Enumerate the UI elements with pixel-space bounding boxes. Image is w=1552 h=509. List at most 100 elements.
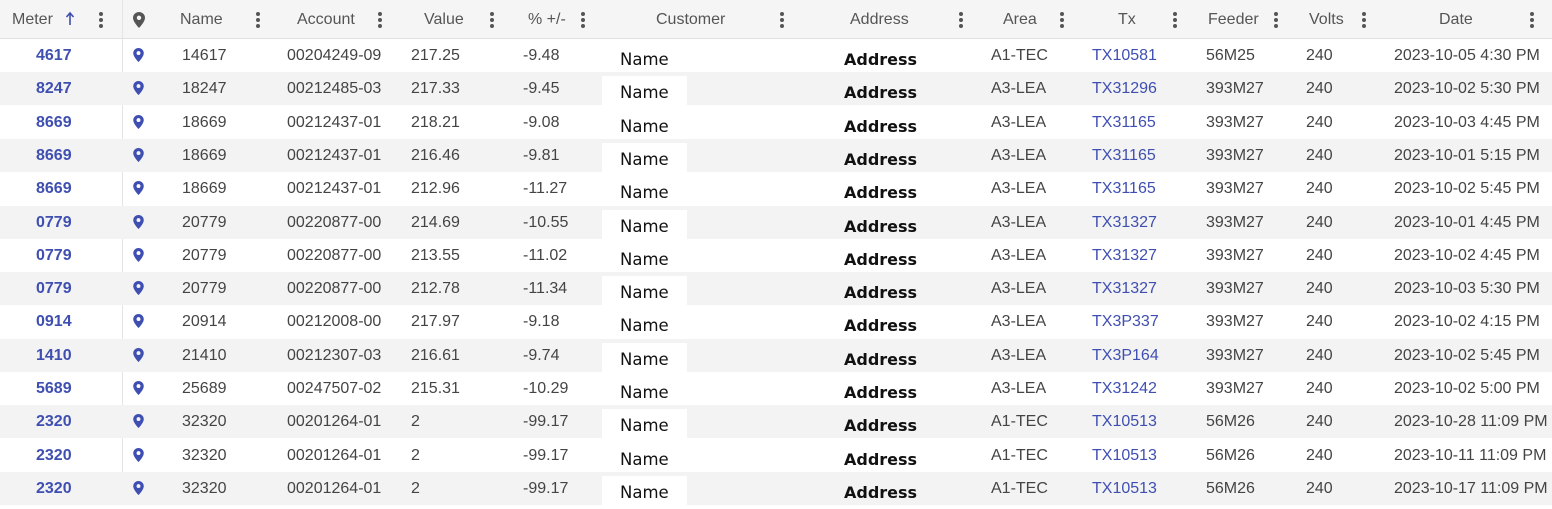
tx-link[interactable]: TX31242	[1092, 372, 1157, 405]
arrow-up-icon[interactable]	[65, 11, 75, 27]
tx-link[interactable]: TX31327	[1092, 272, 1157, 305]
table-row[interactable]: 0914 20914 00212008-00 217.97 -9.18 Name Addre…	[0, 305, 1552, 343]
column-menu-icon[interactable]	[581, 12, 585, 28]
tx-link[interactable]: TX31327	[1092, 239, 1157, 272]
header-pct[interactable]: % +/-	[502, 0, 594, 38]
table-row[interactable]: 5689 25689 00247507-02 215.31 -10.29 Name Addr…	[0, 372, 1552, 409]
meter-data-grid: Meter Name Account Value % +/- Customer	[0, 0, 1552, 509]
map-pin-icon[interactable]	[133, 147, 144, 162]
tx-link[interactable]: TX31165	[1092, 172, 1156, 205]
map-pin-icon[interactable]	[133, 281, 144, 296]
meter-link[interactable]: 2320	[36, 472, 72, 505]
tx-link[interactable]: TX10513	[1092, 439, 1157, 472]
header-name[interactable]: Name	[160, 0, 270, 38]
column-menu-icon[interactable]	[99, 12, 103, 28]
pct-cell: -9.08	[523, 113, 560, 131]
meter-link[interactable]: 2320	[36, 439, 72, 472]
map-pin-icon[interactable]	[133, 214, 144, 229]
column-menu-icon[interactable]	[1362, 12, 1366, 28]
column-menu-icon[interactable]	[378, 12, 382, 28]
tx-link[interactable]: TX31327	[1092, 206, 1157, 239]
header-feeder[interactable]: Feeder	[1185, 0, 1285, 38]
map-pin-icon[interactable]	[133, 114, 144, 129]
table-row[interactable]: 2320 32320 00201264-01 2 -99.17 Name Address A1…	[0, 439, 1552, 476]
area-cell: A3-LEA	[991, 146, 1047, 164]
column-menu-icon[interactable]	[1060, 12, 1064, 28]
header-date[interactable]: Date	[1380, 0, 1552, 38]
tx-link[interactable]: TX10513	[1092, 472, 1157, 505]
header-meter[interactable]: Meter	[0, 0, 122, 38]
account-cell: 00201264-01	[287, 446, 382, 464]
table-row[interactable]: 2320 32320 00201264-01 2 -99.17 Name Address A1…	[0, 471, 1552, 509]
account-cell: 00212437-01	[287, 180, 382, 198]
table-row[interactable]: 2320 32320 00201264-01 2 -99.17 Name Address A1…	[0, 405, 1552, 443]
map-pin-icon[interactable]	[133, 314, 144, 329]
column-menu-icon[interactable]	[780, 12, 784, 28]
meter-link[interactable]: 4617	[36, 39, 72, 72]
column-menu-icon[interactable]	[490, 12, 494, 28]
volts-cell: 240	[1306, 146, 1333, 164]
tx-link[interactable]: TX31165	[1092, 106, 1156, 139]
table-row[interactable]: 8669 18669 00212437-01 216.46 -9.81 Name Addre…	[0, 138, 1552, 176]
header-address[interactable]: Address	[795, 0, 970, 38]
meter-link[interactable]: 1410	[36, 339, 72, 372]
column-menu-icon[interactable]	[1274, 12, 1278, 28]
tx-link[interactable]: TX3P164	[1092, 339, 1159, 372]
meter-link[interactable]: 8669	[36, 172, 72, 205]
table-row[interactable]: 4617 14617 00204249-09 217.25 -9.48 Name Addre…	[0, 39, 1552, 76]
table-row[interactable]: 0779 20779 00220877-00 214.69 -10.55 Name Addr…	[0, 205, 1552, 243]
tx-link[interactable]: TX31296	[1092, 72, 1157, 105]
table-row[interactable]: 8247 18247 00212485-03 217.33 -9.45 Name Addre…	[0, 72, 1552, 110]
address-cell: Address	[844, 116, 918, 136]
value-cell: 216.46	[411, 146, 460, 164]
map-pin-icon[interactable]	[133, 247, 144, 262]
map-pin-icon[interactable]	[133, 81, 144, 96]
header-tx[interactable]: Tx	[1075, 0, 1185, 38]
column-menu-icon[interactable]	[1530, 12, 1534, 28]
tx-link[interactable]: TX10581	[1092, 39, 1157, 72]
meter-link[interactable]: 0779	[36, 272, 72, 305]
table-row[interactable]: 1410 21410 00212307-03 216.61 -9.74 Name Addre…	[0, 338, 1552, 376]
header-map	[125, 0, 157, 38]
map-pin-icon[interactable]	[133, 381, 144, 395]
column-menu-icon[interactable]	[1173, 12, 1177, 28]
map-pin-icon[interactable]	[133, 480, 144, 495]
tx-link[interactable]: TX10513	[1092, 405, 1157, 438]
table-row[interactable]: 0779 20779 00220877-00 213.55 -11.02 Name Addr…	[0, 239, 1552, 276]
header-label-meter: Meter	[12, 11, 53, 28]
tx-link[interactable]: TX3P337	[1092, 305, 1159, 338]
map-pin-icon[interactable]	[133, 347, 144, 362]
customer-cell: Name	[602, 475, 687, 509]
table-row[interactable]: 0779 20779 00220877-00 212.78 -11.34 Name Addr…	[0, 272, 1552, 310]
customer-cell: Name	[602, 76, 687, 110]
header-customer[interactable]: Customer	[600, 0, 790, 38]
map-pin-icon[interactable]	[133, 447, 144, 462]
table-row[interactable]: 8669 18669 00212437-01 212.96 -11.27 Name Addr…	[0, 172, 1552, 210]
value-cell: 214.69	[411, 213, 460, 231]
meter-link[interactable]: 8669	[36, 106, 72, 139]
column-menu-icon[interactable]	[959, 12, 963, 28]
meter-link[interactable]: 8669	[36, 139, 72, 172]
meter-link[interactable]: 0779	[36, 239, 72, 272]
map-pin-icon[interactable]	[133, 48, 144, 62]
header-volts[interactable]: Volts	[1285, 0, 1375, 38]
account-cell: 00212307-03	[287, 346, 382, 364]
meter-link[interactable]: 0779	[36, 206, 72, 239]
meter-link[interactable]: 2320	[36, 405, 72, 438]
column-menu-icon[interactable]	[256, 12, 260, 28]
account-cell: 00212008-00	[287, 313, 382, 331]
table-row[interactable]: 8669 18669 00212437-01 218.21 -9.08 Name Addre…	[0, 106, 1552, 143]
name-cell: 32320	[182, 413, 227, 431]
header-value[interactable]: Value	[390, 0, 502, 38]
meter-link[interactable]: 0914	[36, 305, 72, 338]
meter-link[interactable]: 5689	[36, 372, 72, 405]
map-pin-icon[interactable]	[133, 414, 144, 429]
tx-link[interactable]: TX31165	[1092, 139, 1156, 172]
area-cell: A3-LEA	[991, 313, 1047, 331]
meter-link[interactable]: 8247	[36, 72, 72, 105]
pct-cell: -9.74	[523, 346, 560, 364]
map-pin-icon[interactable]	[133, 181, 144, 196]
header-account[interactable]: Account	[270, 0, 390, 38]
header-area[interactable]: Area	[975, 0, 1070, 38]
feeder-cell: 56M26	[1206, 413, 1255, 431]
